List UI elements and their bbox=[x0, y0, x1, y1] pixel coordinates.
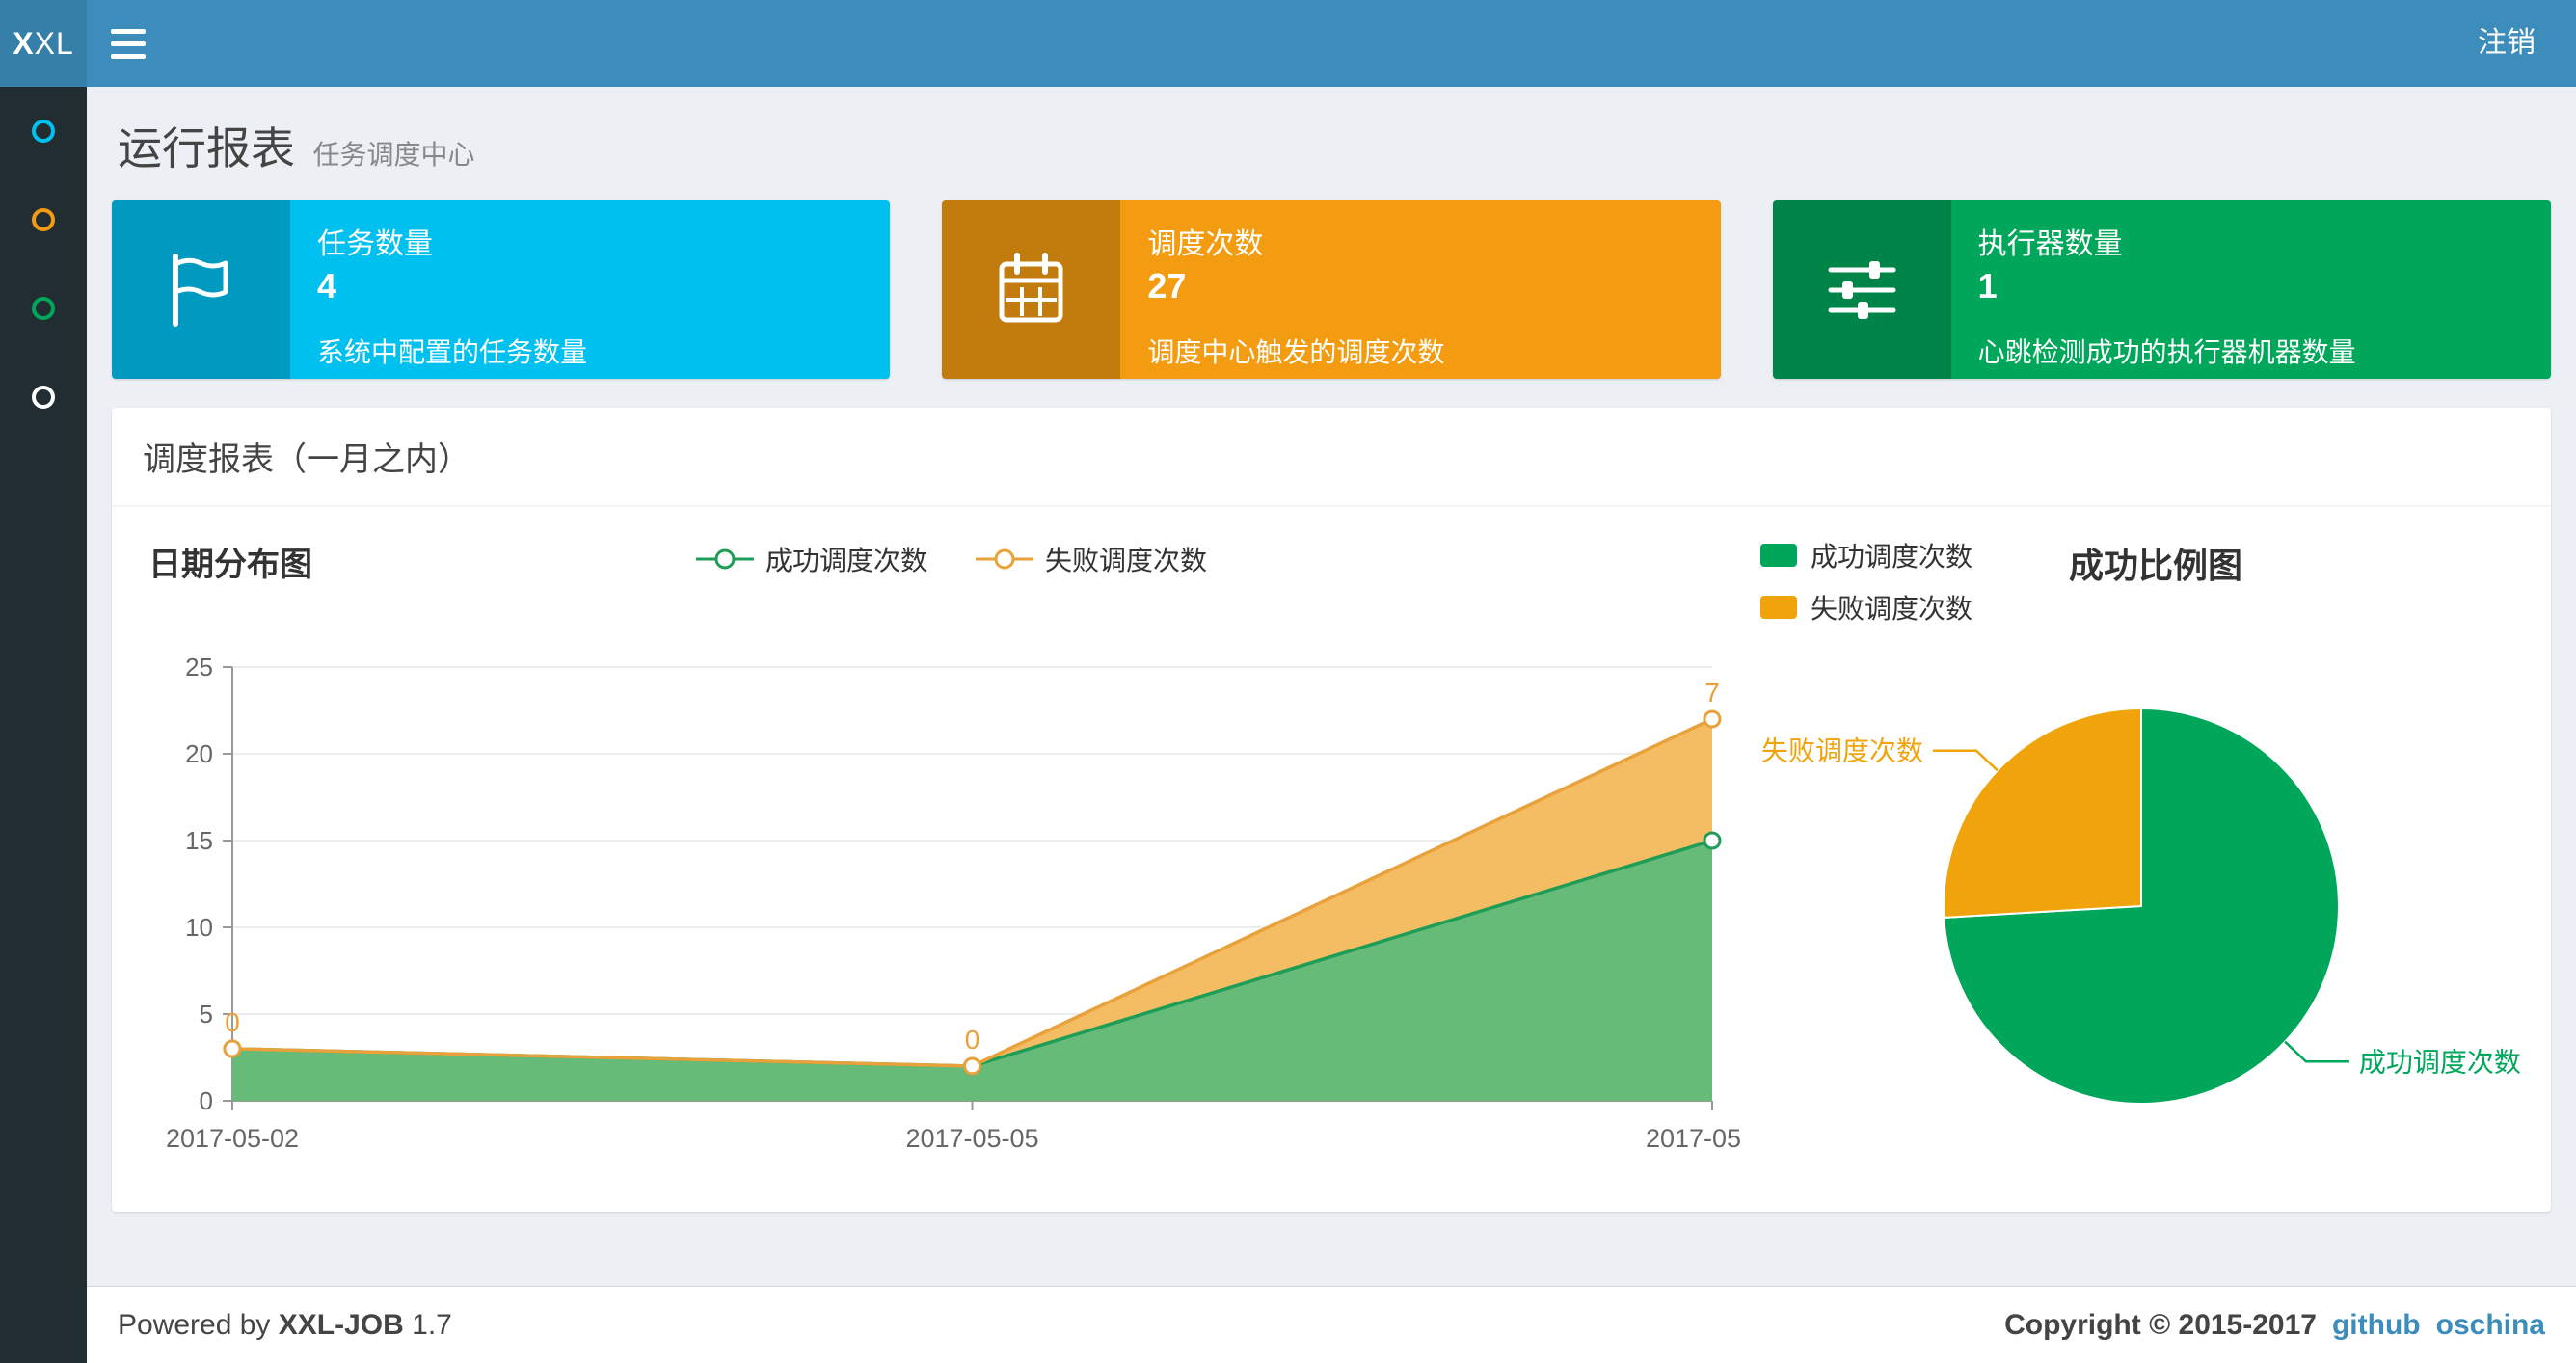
x-tick-label: 2017-05-08 bbox=[1646, 1124, 1741, 1153]
line-chart-canvas: 05101520252017-05-022017-05-052017-05-08… bbox=[166, 653, 1779, 1153]
y-tick-label: 15 bbox=[185, 826, 213, 855]
success-data-point[interactable] bbox=[1703, 831, 1722, 850]
copyright: Copyright © 2015-2017 bbox=[2004, 1308, 2317, 1341]
oschina-link[interactable]: oschina bbox=[2436, 1309, 2545, 1342]
info-box-row: 任务数量 4 系统中配置的任务数量 调度次数 27 调度中心触发的调度次数 执行… bbox=[112, 200, 2551, 379]
brand-name: XXL-JOB bbox=[278, 1308, 404, 1341]
flag-icon bbox=[112, 200, 290, 379]
fail-point-label: 0 bbox=[225, 1007, 240, 1037]
panel-title: 调度报表（一月之内） bbox=[112, 408, 2551, 507]
pie-slice-label: 失败调度次数 bbox=[1761, 736, 1923, 766]
fail-point-label: 0 bbox=[965, 1025, 980, 1055]
fail-data-point[interactable] bbox=[963, 1056, 981, 1076]
page-title: 运行报表 bbox=[118, 123, 295, 174]
info-box-job-count: 任务数量 4 系统中配置的任务数量 bbox=[112, 200, 891, 379]
info-box-content: 调度次数 27 调度中心触发的调度次数 bbox=[1120, 200, 1720, 379]
legend-swatch bbox=[1760, 544, 1797, 567]
sidebar bbox=[0, 87, 87, 1363]
sidebar-item-job-log[interactable] bbox=[0, 264, 87, 353]
app-logo[interactable]: X XL bbox=[0, 0, 87, 87]
circle-outline-icon bbox=[32, 297, 55, 320]
success-ratio-chart: 成功调度次数 失败调度次数 成功比例图 成功调度次数 失败调度次数 bbox=[1760, 532, 2522, 1192]
line-chart-legend: 成功调度次数 失败调度次数 bbox=[694, 540, 1207, 578]
hamburger-menu-icon[interactable] bbox=[87, 0, 170, 87]
info-box-value: 1 bbox=[1977, 266, 1998, 306]
panel-body: 日期分布图 成功调度次数 失败调度次数 0 5 10 15 20 25 2017… bbox=[112, 507, 2551, 1212]
legend-label: 失败调度次数 bbox=[1045, 546, 1208, 575]
date-distribution-chart: 日期分布图 成功调度次数 失败调度次数 0 5 10 15 20 25 2017… bbox=[141, 532, 1779, 1192]
legend-label: 成功调度次数 bbox=[765, 546, 927, 575]
info-box-content: 执行器数量 1 心跳检测成功的执行器机器数量 bbox=[1951, 200, 2551, 379]
info-box-description: 系统中配置的任务数量 bbox=[317, 337, 588, 367]
info-box-executor-count: 执行器数量 1 心跳检测成功的执行器机器数量 bbox=[1772, 200, 2551, 379]
schedule-report-panel: 调度报表（一月之内） 日期分布图 成功调度次数 失败调度次数 0 5 10 15… bbox=[112, 408, 2551, 1212]
fail-data-point[interactable] bbox=[223, 1039, 242, 1058]
info-box-label: 任务数量 bbox=[317, 228, 433, 260]
y-tick-label: 0 bbox=[200, 1086, 213, 1115]
pie-chart-legend: 成功调度次数 失败调度次数 bbox=[1760, 536, 1972, 627]
y-tick-label: 25 bbox=[185, 653, 213, 682]
powered-by: Powered by XXL-JOB 1.7 bbox=[118, 1309, 452, 1342]
sliders-icon bbox=[1772, 200, 1951, 379]
info-box-content: 任务数量 4 系统中配置的任务数量 bbox=[290, 200, 890, 379]
legend-swatch bbox=[1760, 596, 1797, 619]
y-tick-label: 20 bbox=[185, 739, 213, 768]
pie-chart-canvas: 成功调度次数 失败调度次数 bbox=[1761, 707, 2521, 1105]
line-legend-marker bbox=[695, 548, 754, 570]
version: 1.7 bbox=[412, 1308, 452, 1341]
logout-link[interactable]: 注销 bbox=[2437, 0, 2576, 87]
x-tick-label: 2017-05-02 bbox=[166, 1124, 299, 1153]
legend-label: 成功调度次数 bbox=[1811, 542, 1973, 572]
pie-slice[interactable] bbox=[1943, 707, 2142, 919]
info-box-value: 27 bbox=[1147, 266, 1187, 306]
sidebar-item-dashboard[interactable] bbox=[0, 87, 87, 175]
info-box-trigger-count: 调度次数 27 调度中心触发的调度次数 bbox=[942, 200, 1721, 379]
legend-item-fail[interactable]: 失败调度次数 bbox=[974, 540, 1207, 578]
info-box-label: 执行器数量 bbox=[1977, 228, 2123, 260]
legend-label: 失败调度次数 bbox=[1811, 594, 1973, 624]
x-tick-label: 2017-05-05 bbox=[905, 1124, 1038, 1153]
fail-data-point[interactable] bbox=[1703, 709, 1722, 729]
pie-slice-label: 成功调度次数 bbox=[2359, 1047, 2521, 1077]
circle-outline-icon bbox=[32, 208, 55, 231]
info-box-value: 4 bbox=[317, 266, 337, 306]
info-box-description: 心跳检测成功的执行器机器数量 bbox=[1977, 337, 2356, 367]
calendar-icon bbox=[942, 200, 1121, 379]
circle-outline-icon bbox=[32, 120, 55, 143]
logo-text-bold: X bbox=[13, 25, 35, 61]
legend-item-fail[interactable]: 失败调度次数 bbox=[1760, 588, 1972, 627]
legend-item-success[interactable]: 成功调度次数 bbox=[694, 540, 927, 578]
page-header: 运行报表 任务调度中心 bbox=[112, 87, 2551, 200]
circle-outline-icon bbox=[32, 386, 55, 409]
sidebar-item-help[interactable] bbox=[0, 353, 87, 441]
github-link[interactable]: github bbox=[2332, 1309, 2421, 1342]
page-subtitle: 任务调度中心 bbox=[312, 140, 475, 170]
pie-chart-title: 成功比例图 bbox=[2069, 546, 2243, 585]
top-navbar: X XL 注销 bbox=[0, 0, 2576, 87]
line-legend-marker bbox=[976, 548, 1033, 570]
logo-text: XL bbox=[34, 25, 74, 61]
info-box-description: 调度中心触发的调度次数 bbox=[1147, 337, 1445, 367]
pie-label-line bbox=[1933, 749, 1999, 772]
info-box-label: 调度次数 bbox=[1147, 228, 1264, 260]
powered-by-prefix: Powered by bbox=[118, 1308, 271, 1341]
sidebar-item-job-manage[interactable] bbox=[0, 175, 87, 264]
y-tick-label: 5 bbox=[200, 1000, 213, 1029]
main-content: 运行报表 任务调度中心 任务数量 4 系统中配置的任务数量 调度次数 27 调度… bbox=[87, 87, 2576, 1363]
page-footer: Powered by XXL-JOB 1.7 Copyright © 2015-… bbox=[87, 1286, 2576, 1363]
y-tick-label: 10 bbox=[185, 913, 213, 942]
legend-item-success[interactable]: 成功调度次数 bbox=[1760, 536, 1972, 575]
pie-label-line bbox=[2284, 1040, 2349, 1063]
fail-point-label: 7 bbox=[1704, 678, 1720, 708]
